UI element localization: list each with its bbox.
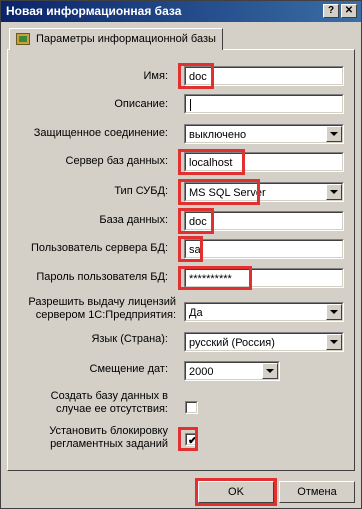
db-user-highlight bbox=[178, 236, 203, 262]
create-db-checkbox[interactable] bbox=[185, 401, 198, 414]
chevron-down-icon[interactable] bbox=[262, 363, 278, 379]
text-caret bbox=[190, 99, 191, 111]
db-server-highlight bbox=[178, 149, 245, 175]
title-bar: Новая информационная база ? ✕ bbox=[1, 1, 361, 22]
dbms-type-highlight bbox=[178, 179, 260, 205]
infobase-icon bbox=[16, 33, 30, 45]
chevron-down-icon[interactable] bbox=[326, 126, 342, 142]
licenses-value: Да bbox=[189, 307, 203, 319]
secure-connection-value: выключено bbox=[189, 129, 247, 141]
date-offset-value: 2000 bbox=[189, 366, 214, 378]
chevron-down-icon[interactable] bbox=[326, 304, 342, 320]
date-offset-label: Смещение дат: bbox=[89, 363, 168, 375]
help-button[interactable]: ? bbox=[323, 4, 339, 18]
secure-connection-select[interactable]: выключено bbox=[184, 124, 344, 144]
chevron-down-icon[interactable] bbox=[326, 184, 342, 200]
block-jobs-label-2: регламентных заданий bbox=[50, 438, 168, 450]
language-select[interactable]: русский (Россия) bbox=[184, 332, 344, 352]
dialog-window: Новая информационная база ? ✕ Параметры … bbox=[0, 0, 362, 509]
name-label: Имя: bbox=[143, 70, 168, 82]
tab-label: Параметры информационной базы bbox=[36, 33, 216, 45]
chevron-down-icon[interactable] bbox=[326, 334, 342, 350]
description-field[interactable] bbox=[184, 94, 344, 114]
block-jobs-highlight bbox=[178, 427, 198, 451]
database-highlight bbox=[178, 208, 214, 234]
db-password-highlight bbox=[178, 266, 252, 290]
cancel-button[interactable]: Отмена bbox=[279, 481, 355, 503]
block-jobs-label-1: Установить блокировку bbox=[49, 425, 168, 437]
name-highlight bbox=[178, 63, 214, 89]
licenses-label-1: Разрешить выдачу лицензий bbox=[28, 296, 176, 308]
create-db-label-1: Создать базу данных в bbox=[50, 390, 168, 402]
language-label: Язык (Страна): bbox=[91, 333, 168, 345]
secure-connection-label: Защищенное соединение: bbox=[33, 127, 168, 139]
db-user-field[interactable]: sa bbox=[184, 239, 344, 259]
db-password-label: Пароль пользователя БД: bbox=[36, 271, 168, 283]
ok-highlight bbox=[195, 478, 277, 506]
db-user-label: Пользователь сервера БД: bbox=[30, 242, 168, 254]
language-value: русский (Россия) bbox=[189, 337, 275, 349]
tab-infobase-params[interactable]: Параметры информационной базы bbox=[9, 28, 223, 50]
licenses-label-2: сервером 1С:Предприятия: bbox=[35, 309, 176, 321]
description-label: Описание: bbox=[114, 98, 168, 110]
licenses-select[interactable]: Да bbox=[184, 302, 344, 322]
db-server-label: Сервер баз данных: bbox=[65, 155, 168, 167]
dbms-type-label: Тип СУБД: bbox=[114, 185, 168, 197]
close-button[interactable]: ✕ bbox=[341, 4, 357, 18]
create-db-label-2: случае ее отсутствия: bbox=[56, 403, 168, 415]
database-label: База данных: bbox=[99, 214, 168, 226]
date-offset-select[interactable]: 2000 bbox=[184, 361, 280, 381]
tab-panel: Имя: doc Описание: Защищенное соединение… bbox=[7, 49, 355, 471]
window-title: Новая информационная база bbox=[6, 4, 182, 18]
